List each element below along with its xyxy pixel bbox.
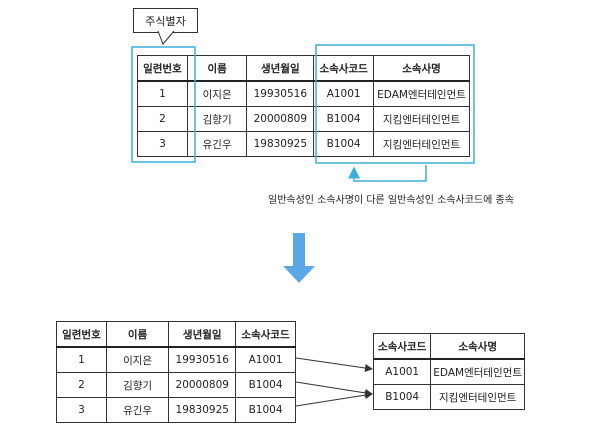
dependency-arrow [348,165,427,182]
reference-arrow-a1001 [295,357,373,372]
dependency-group-highlight [315,44,475,164]
diagram-overlay [131,30,475,407]
primary-key-highlight [131,46,196,163]
callout-pointer [157,30,175,45]
reference-arrow-b1004 [295,381,373,397]
arrow-down-icon [283,233,315,283]
reference-arrow-b1004 [295,391,373,407]
